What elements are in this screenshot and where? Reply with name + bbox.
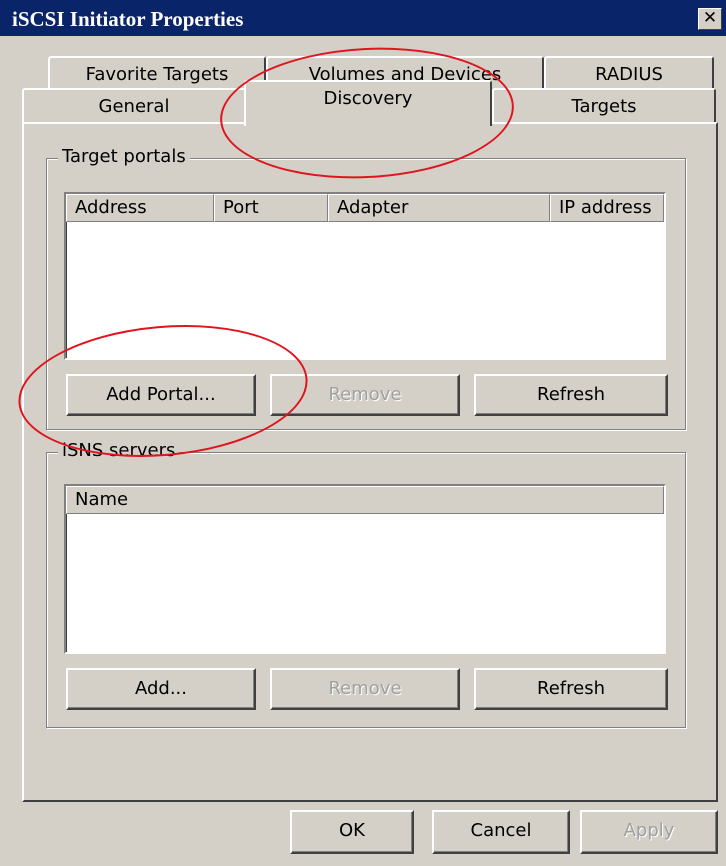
- column-header-ip-address[interactable]: IP address: [550, 194, 664, 222]
- tab-label: RADIUS: [595, 64, 663, 85]
- active-tab-join: [246, 120, 490, 126]
- close-button[interactable]: ✕: [698, 8, 722, 30]
- column-header-name[interactable]: Name: [66, 486, 664, 514]
- remove-isns-button[interactable]: Remove: [270, 668, 460, 710]
- apply-button[interactable]: Apply: [580, 810, 718, 854]
- add-portal-button[interactable]: Add Portal...: [66, 374, 256, 416]
- tab-targets[interactable]: Targets: [492, 88, 716, 124]
- column-header-adapter[interactable]: Adapter: [328, 194, 550, 222]
- tab-label: Discovery: [323, 88, 413, 109]
- ok-button[interactable]: OK: [290, 810, 414, 854]
- isns-servers-label: iSNS servers: [58, 440, 180, 461]
- tab-label: Targets: [571, 96, 637, 117]
- remove-portal-button[interactable]: Remove: [270, 374, 460, 416]
- tab-label: Favorite Targets: [85, 64, 229, 85]
- tab-general[interactable]: General: [22, 88, 246, 124]
- close-icon: ✕: [702, 8, 718, 28]
- window-title: iSCSI Initiator Properties: [12, 7, 244, 31]
- column-header-address[interactable]: Address: [66, 194, 214, 222]
- tab-label: General: [98, 96, 170, 117]
- column-header-port[interactable]: Port: [214, 194, 328, 222]
- refresh-isns-button[interactable]: Refresh: [474, 668, 668, 710]
- target-portals-label: Target portals: [58, 146, 190, 167]
- refresh-portals-button[interactable]: Refresh: [474, 374, 668, 416]
- target-portals-list[interactable]: Address Port Adapter IP address: [64, 192, 666, 360]
- add-isns-button[interactable]: Add...: [66, 668, 256, 710]
- cancel-button[interactable]: Cancel: [432, 810, 570, 854]
- isns-servers-list[interactable]: Name: [64, 484, 666, 654]
